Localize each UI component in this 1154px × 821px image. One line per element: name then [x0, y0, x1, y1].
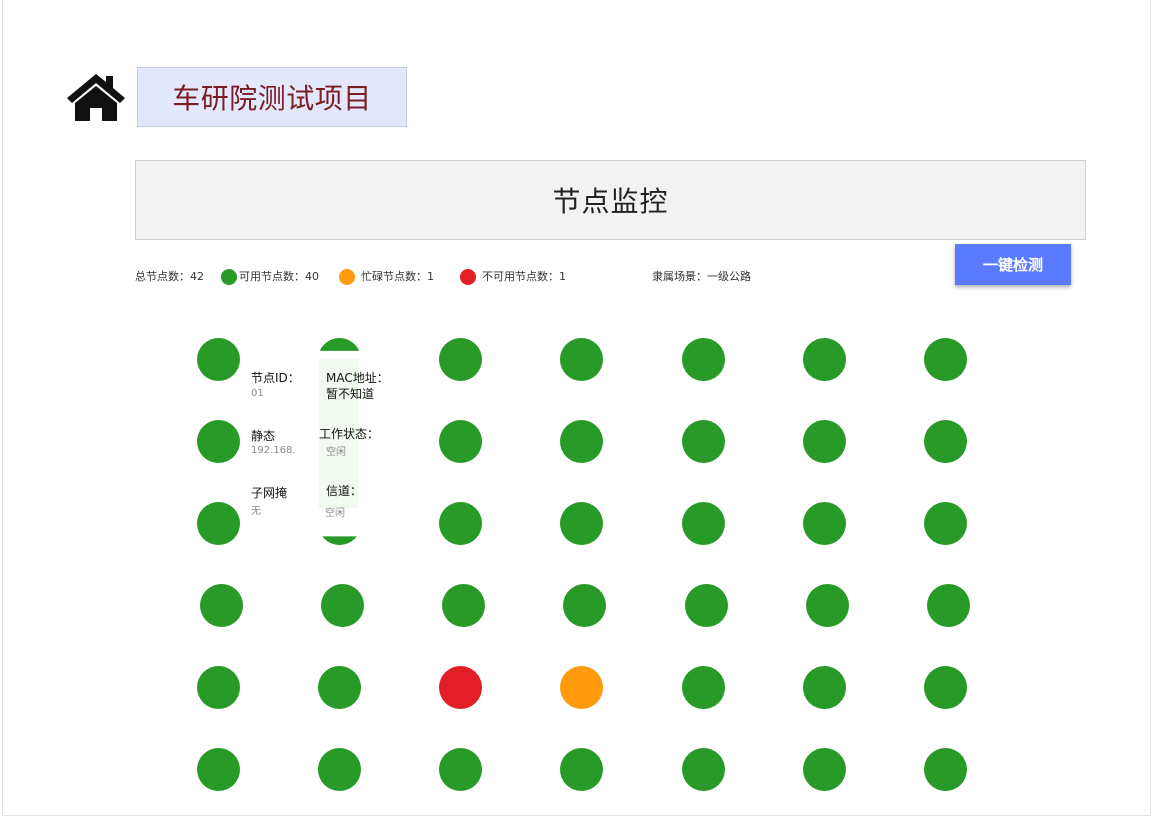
project-title: 车研院测试项目 — [137, 67, 407, 127]
node-available[interactable] — [803, 420, 846, 463]
subnet-mask-label: 子网掩 — [251, 486, 288, 500]
work-status-value: 空闲 — [326, 447, 346, 458]
busy-stat: 忙碌节点数：1 — [339, 266, 434, 288]
available-legend-dot — [221, 269, 237, 285]
node-available[interactable] — [803, 748, 846, 791]
node-available[interactable] — [803, 338, 846, 381]
channel-value: 空闲 — [325, 508, 345, 519]
node-available[interactable] — [197, 502, 240, 545]
node-available[interactable] — [321, 584, 364, 627]
subnet-mask-value: 无 — [251, 506, 261, 517]
unavailable-stat: 不可用节点数：1 — [460, 266, 566, 288]
node-available[interactable] — [924, 420, 967, 463]
node-available[interactable] — [682, 748, 725, 791]
ip-value: 192.168. — [251, 445, 296, 456]
node-available[interactable] — [200, 584, 243, 627]
scene-label: 隶属场景：一级公路 — [652, 270, 751, 283]
mac-value: 暂不知道 — [326, 387, 375, 401]
available-nodes-count: 可用节点数：40 — [239, 270, 319, 283]
home-icon[interactable] — [65, 72, 127, 124]
node-available[interactable] — [682, 338, 725, 381]
node-available[interactable] — [439, 420, 482, 463]
available-stat: 可用节点数：40 — [221, 266, 319, 288]
node-available[interactable] — [560, 338, 603, 381]
node-available[interactable] — [560, 748, 603, 791]
node-available[interactable] — [197, 666, 240, 709]
node-available[interactable] — [803, 666, 846, 709]
node-id-value: 01 — [251, 388, 264, 399]
node-available[interactable] — [685, 584, 728, 627]
node-unavailable[interactable] — [439, 666, 482, 709]
node-available[interactable] — [197, 748, 240, 791]
node-available[interactable] — [560, 420, 603, 463]
node-busy[interactable] — [560, 666, 603, 709]
node-available[interactable] — [924, 502, 967, 545]
channel-label: 信道： — [326, 484, 363, 498]
mac-label: MAC地址： — [326, 371, 389, 385]
unavailable-legend-dot — [460, 269, 476, 285]
node-available[interactable] — [927, 584, 970, 627]
node-available[interactable] — [560, 502, 603, 545]
busy-legend-dot — [339, 269, 355, 285]
node-available[interactable] — [442, 584, 485, 627]
total-nodes-count: 总节点数：42 — [135, 270, 204, 283]
node-available[interactable] — [682, 666, 725, 709]
mode-label: 静态 — [251, 429, 276, 443]
node-available[interactable] — [682, 502, 725, 545]
node-available[interactable] — [197, 420, 240, 463]
node-available[interactable] — [197, 338, 240, 381]
work-status-label: 工作状态： — [319, 427, 380, 441]
node-available[interactable] — [439, 748, 482, 791]
node-available[interactable] — [318, 666, 361, 709]
node-available[interactable] — [924, 338, 967, 381]
node-available[interactable] — [806, 584, 849, 627]
unavailable-nodes-count: 不可用节点数：1 — [482, 270, 566, 283]
busy-nodes-count: 忙碌节点数：1 — [361, 270, 434, 283]
node-available[interactable] — [803, 502, 846, 545]
node-available[interactable] — [682, 420, 725, 463]
node-available[interactable] — [439, 502, 482, 545]
one-click-check-button[interactable]: 一键检测 — [955, 244, 1071, 285]
node-id-label: 节点ID： — [251, 371, 300, 385]
node-available[interactable] — [318, 748, 361, 791]
node-available[interactable] — [439, 338, 482, 381]
panel-title: 节点监控 — [135, 160, 1086, 240]
node-available[interactable] — [924, 666, 967, 709]
node-available[interactable] — [924, 748, 967, 791]
node-available[interactable] — [563, 584, 606, 627]
